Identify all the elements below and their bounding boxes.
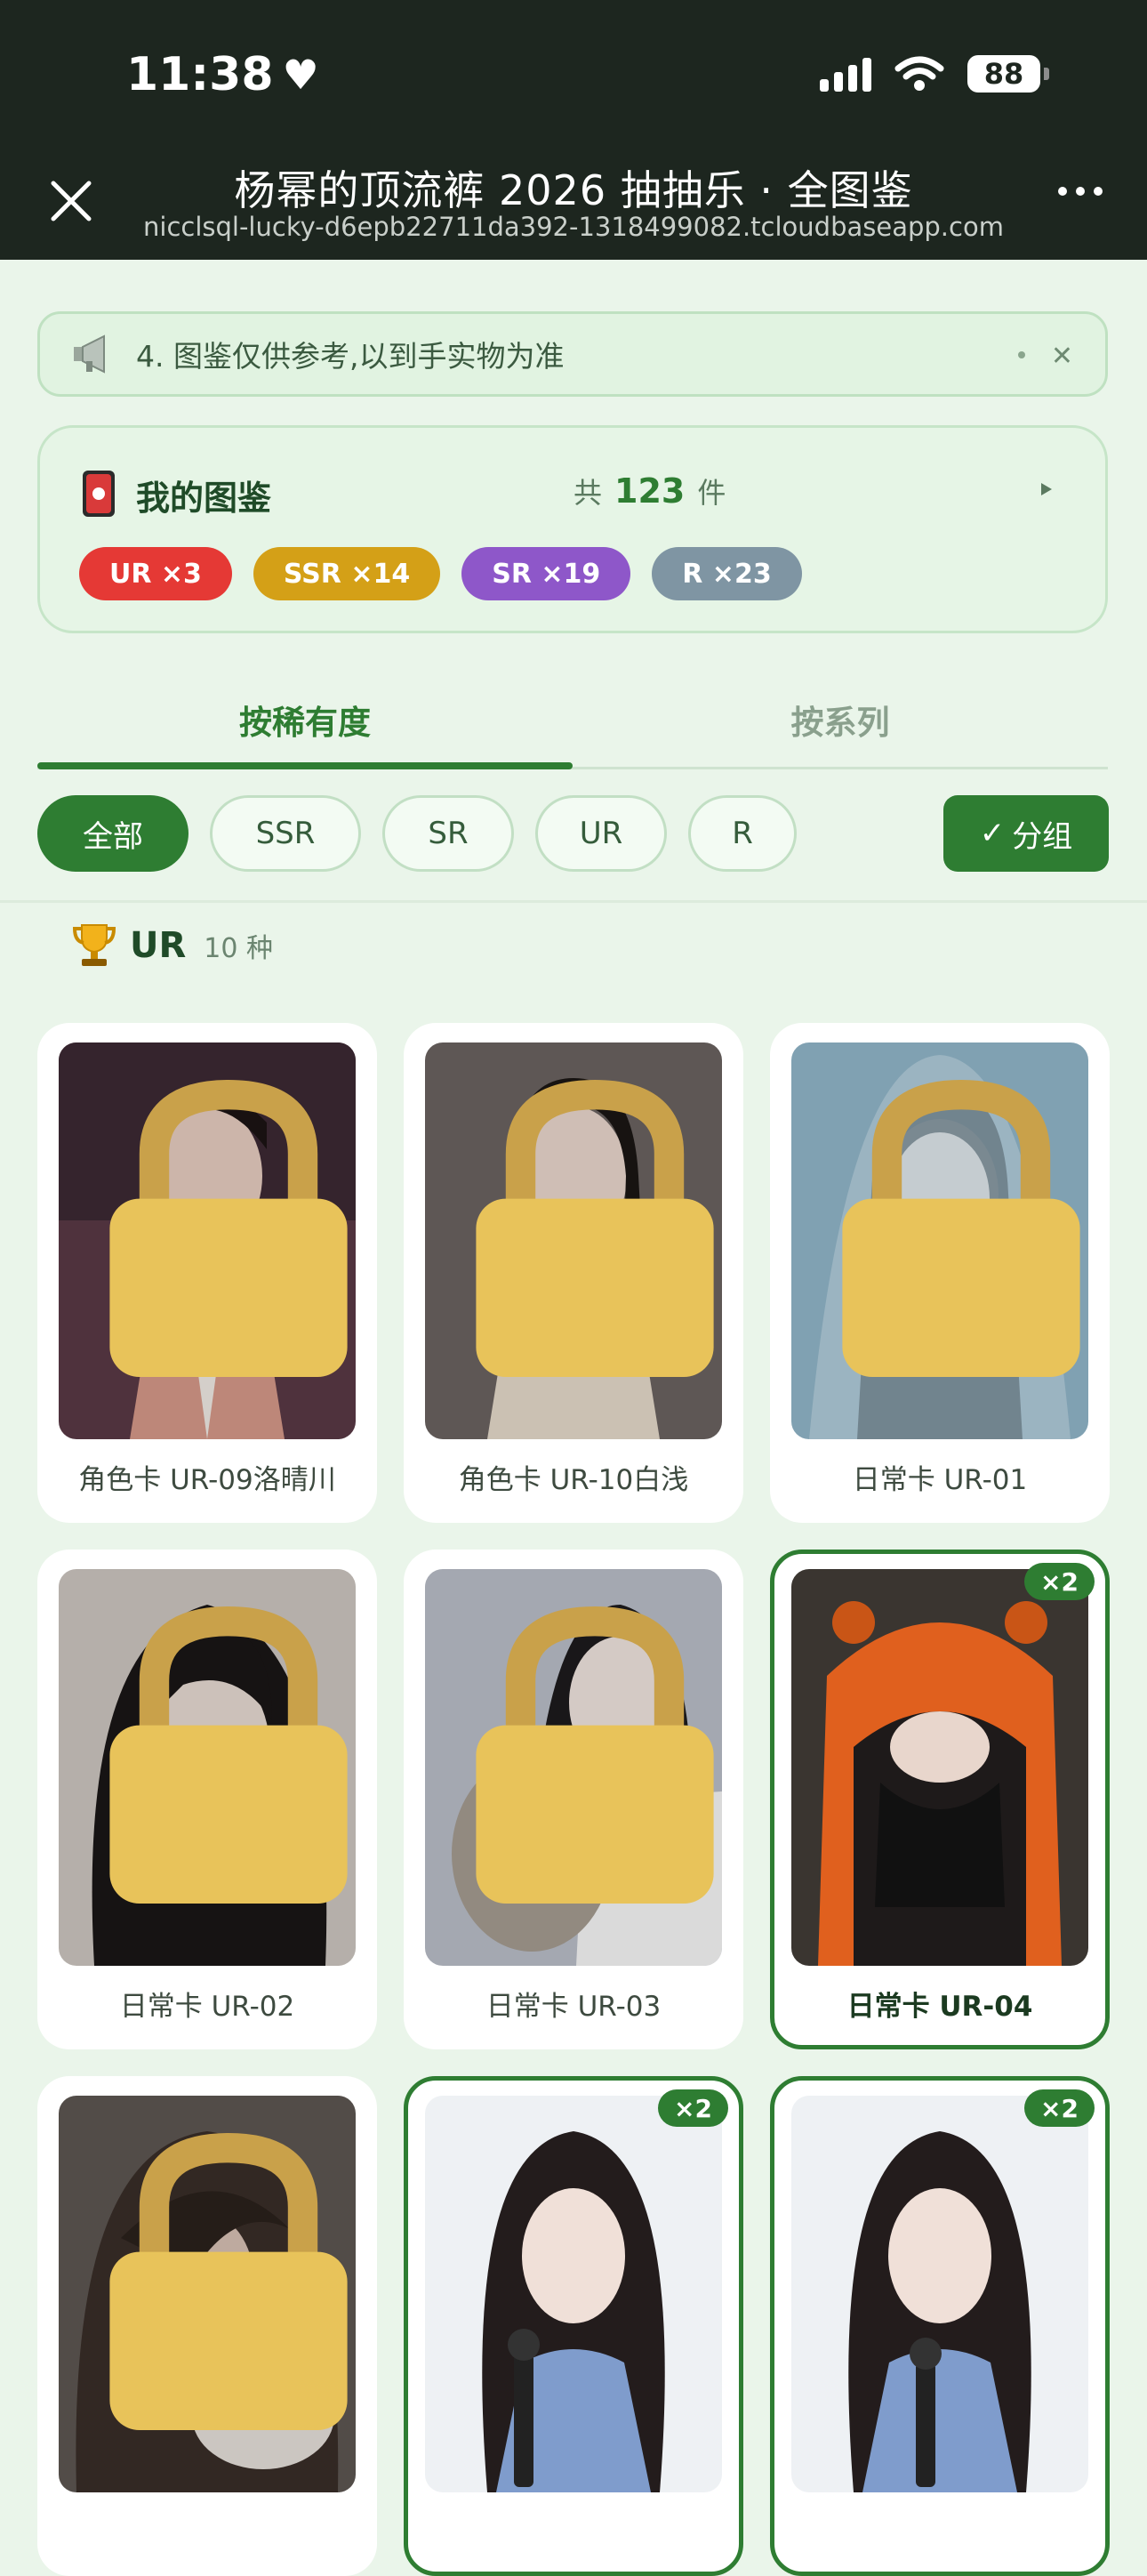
card-label: 角色卡 UR-09洛晴川: [78, 1464, 336, 1496]
card-photo: [425, 1042, 722, 1439]
lock-icon: [842, 1079, 1080, 1377]
signal-icon: [820, 56, 871, 92]
card-item[interactable]: [37, 2076, 377, 2576]
card-item[interactable]: ×2 日常卡 UR-04: [770, 1550, 1110, 2049]
summary-total: 共 123 件: [574, 471, 726, 511]
card-label: 日常卡 UR-04: [846, 1991, 1033, 2023]
pill-r: R ×23: [652, 547, 802, 600]
top-bar: 11:38 ♥ 88 杨幂的顶流裤 2026 抽抽乐 · 全图鉴 nicclsq…: [0, 0, 1147, 260]
notice-text: 4. 图鉴仅供参考,以到手实物为准: [136, 339, 565, 374]
section-count: 10 种: [204, 933, 273, 964]
card-item[interactable]: ×2: [770, 2076, 1110, 2576]
more-icon[interactable]: [1058, 187, 1103, 196]
battery-level: 88: [967, 55, 1040, 93]
filter-all[interactable]: 全部: [37, 795, 188, 872]
status-icons: 88: [820, 55, 1049, 93]
total-prefix: 共: [574, 476, 603, 510]
view-tabs: 按稀有度 按系列: [37, 685, 1108, 769]
rarity-filters: 全部 SSR SR UR R: [37, 795, 797, 872]
status-time: 11:38 ♥: [126, 48, 319, 101]
lock-icon: [476, 1079, 714, 1377]
card-label: 日常卡 UR-01: [852, 1464, 1028, 1496]
total-suffix: 件: [697, 476, 726, 510]
card-label: 角色卡 UR-10白浅: [458, 1464, 689, 1496]
page-url: nicclsql-lucky-d6epb22711da392-131849908…: [143, 212, 1004, 242]
notice-close-icon[interactable]: ✕: [1051, 341, 1073, 372]
card-photo: [791, 1569, 1088, 1966]
card-photo: [791, 2096, 1088, 2492]
lock-icon: [109, 1606, 348, 1904]
card-photo: [425, 1569, 722, 1966]
card-item[interactable]: ×2: [404, 2076, 743, 2576]
wifi-icon: [894, 56, 944, 91]
pill-ur: UR ×3: [79, 547, 232, 600]
card-photo: [425, 2096, 722, 2492]
lock-icon: [109, 2132, 348, 2430]
pill-ssr: SSR ×14: [253, 547, 441, 600]
section-title: UR: [130, 925, 187, 966]
rarity-pills: UR ×3 SSR ×14 SR ×19 R ×23: [79, 547, 802, 600]
filter-r[interactable]: R: [688, 795, 797, 872]
megaphone-icon: [74, 334, 105, 374]
card-photo: [59, 1042, 356, 1439]
divider: [0, 900, 1147, 903]
tab-indicator: [37, 762, 573, 769]
card-icon: [83, 471, 115, 517]
group-label: 分组: [1012, 818, 1073, 855]
card-item[interactable]: 日常卡 UR-03: [404, 1550, 743, 2049]
group-toggle-button[interactable]: ✓ 分组: [943, 795, 1109, 872]
filter-sr[interactable]: SR: [382, 795, 514, 872]
count-badge: ×2: [658, 2089, 728, 2127]
tab-by-series[interactable]: 按系列: [573, 685, 1108, 744]
notice-dot: [1018, 351, 1025, 358]
tab-by-rarity[interactable]: 按稀有度: [37, 685, 573, 744]
notice-banner: 4. 图鉴仅供参考,以到手实物为准 ✕: [37, 311, 1108, 397]
time-text: 11:38: [126, 48, 274, 101]
card-item[interactable]: 日常卡 UR-02: [37, 1550, 377, 2049]
collection-summary[interactable]: 我的图鉴 共 123 件 UR ×3 SSR ×14 SR ×19 R ×23: [37, 425, 1108, 633]
count-badge: ×2: [1024, 1563, 1095, 1600]
card-item[interactable]: 角色卡 UR-10白浅: [404, 1023, 743, 1523]
summary-title: 我的图鉴: [136, 479, 272, 518]
check-icon: ✓: [979, 816, 1006, 851]
card-photo: [59, 1569, 356, 1966]
expand-arrow-icon[interactable]: [1041, 483, 1052, 495]
filter-ssr[interactable]: SSR: [210, 795, 361, 872]
filter-ur[interactable]: UR: [535, 795, 667, 872]
card-label: 日常卡 UR-02: [119, 1991, 295, 2023]
card-label: 日常卡 UR-03: [485, 1991, 662, 2023]
card-photo: [791, 1042, 1088, 1439]
pill-sr: SR ×19: [461, 547, 631, 600]
page-title: 杨幂的顶流裤 2026 抽抽乐 · 全图鉴: [234, 166, 913, 214]
total-count: 123: [614, 471, 686, 511]
battery-icon: 88: [967, 55, 1049, 93]
card-photo: [59, 2096, 356, 2492]
section-header: UR 10 种: [71, 922, 273, 970]
count-badge: ×2: [1024, 2089, 1095, 2127]
lock-icon: [109, 1079, 348, 1377]
trophy-icon: [72, 924, 116, 966]
card-item[interactable]: 日常卡 UR-01: [770, 1023, 1110, 1523]
heart-icon: ♥: [282, 51, 319, 99]
lock-icon: [476, 1606, 714, 1904]
card-item[interactable]: 角色卡 UR-09洛晴川: [37, 1023, 377, 1523]
